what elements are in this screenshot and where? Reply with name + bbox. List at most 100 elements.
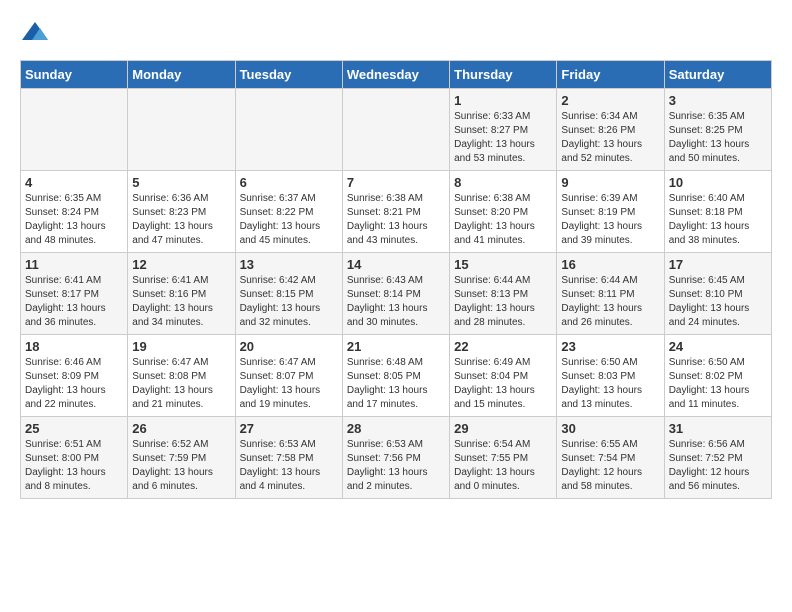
day-number: 18 <box>25 339 123 354</box>
weekday-header-tuesday: Tuesday <box>235 61 342 89</box>
day-info: Sunrise: 6:34 AM Sunset: 8:26 PM Dayligh… <box>561 110 659 166</box>
week-row-5: 25 Sunrise: 6:51 AM Sunset: 8:00 PM Dayli… <box>21 417 772 499</box>
day-cell <box>342 89 449 171</box>
weekday-header-wednesday: Wednesday <box>342 61 449 89</box>
day-info: Sunrise: 6:33 AM Sunset: 8:27 PM Dayligh… <box>454 110 552 166</box>
week-row-1: 1 Sunrise: 6:33 AM Sunset: 8:27 PM Daylig… <box>21 89 772 171</box>
day-number: 22 <box>454 339 552 354</box>
week-row-2: 4 Sunrise: 6:35 AM Sunset: 8:24 PM Daylig… <box>21 171 772 253</box>
day-number: 19 <box>132 339 230 354</box>
day-number: 27 <box>240 421 338 436</box>
day-info: Sunrise: 6:38 AM Sunset: 8:21 PM Dayligh… <box>347 192 445 248</box>
day-cell: 30Sunrise: 6:55 AM Sunset: 7:54 PM Dayli… <box>557 417 664 499</box>
logo <box>20 20 54 50</box>
day-cell <box>21 89 128 171</box>
day-info: Sunrise: 6:56 AM Sunset: 7:52 PM Dayligh… <box>669 438 767 494</box>
day-info: Sunrise: 6:39 AM Sunset: 8:19 PM Dayligh… <box>561 192 659 248</box>
day-number: 2 <box>561 93 659 108</box>
day-cell: 2 Sunrise: 6:34 AM Sunset: 8:26 PM Daylig… <box>557 89 664 171</box>
day-info: Sunrise: 6:37 AM Sunset: 8:22 PM Dayligh… <box>240 192 338 248</box>
day-number: 20 <box>240 339 338 354</box>
day-info: Sunrise: 6:47 AM Sunset: 8:08 PM Dayligh… <box>132 356 230 412</box>
day-info: Sunrise: 6:41 AM Sunset: 8:16 PM Dayligh… <box>132 274 230 330</box>
day-number: 1 <box>454 93 552 108</box>
day-number: 12 <box>132 257 230 272</box>
day-cell: 7 Sunrise: 6:38 AM Sunset: 8:21 PM Daylig… <box>342 171 449 253</box>
day-info: Sunrise: 6:47 AM Sunset: 8:07 PM Dayligh… <box>240 356 338 412</box>
day-info: Sunrise: 6:53 AM Sunset: 7:56 PM Dayligh… <box>347 438 445 494</box>
day-number: 11 <box>25 257 123 272</box>
day-cell: 28 Sunrise: 6:53 AM Sunset: 7:56 PM Dayli… <box>342 417 449 499</box>
day-cell: 21 Sunrise: 6:48 AM Sunset: 8:05 PM Dayli… <box>342 335 449 417</box>
day-cell: 11 Sunrise: 6:41 AM Sunset: 8:17 PM Dayli… <box>21 253 128 335</box>
day-info: Sunrise: 6:40 AM Sunset: 8:18 PM Dayligh… <box>669 192 767 248</box>
weekday-header-monday: Monday <box>128 61 235 89</box>
day-cell: 29 Sunrise: 6:54 AM Sunset: 7:55 PM Dayli… <box>450 417 557 499</box>
day-info: Sunrise: 6:42 AM Sunset: 8:15 PM Dayligh… <box>240 274 338 330</box>
day-info: Sunrise: 6:53 AM Sunset: 7:58 PM Dayligh… <box>240 438 338 494</box>
day-number: 13 <box>240 257 338 272</box>
calendar-body: 1 Sunrise: 6:33 AM Sunset: 8:27 PM Daylig… <box>21 89 772 499</box>
day-cell: 5Sunrise: 6:36 AM Sunset: 8:23 PM Daylig… <box>128 171 235 253</box>
day-number: 23 <box>561 339 659 354</box>
day-number: 17 <box>669 257 767 272</box>
day-cell: 3 Sunrise: 6:35 AM Sunset: 8:25 PM Daylig… <box>664 89 771 171</box>
weekday-header-saturday: Saturday <box>664 61 771 89</box>
day-info: Sunrise: 6:43 AM Sunset: 8:14 PM Dayligh… <box>347 274 445 330</box>
day-info: Sunrise: 6:54 AM Sunset: 7:55 PM Dayligh… <box>454 438 552 494</box>
day-cell: 1 Sunrise: 6:33 AM Sunset: 8:27 PM Daylig… <box>450 89 557 171</box>
day-info: Sunrise: 6:46 AM Sunset: 8:09 PM Dayligh… <box>25 356 123 412</box>
day-number: 26 <box>132 421 230 436</box>
day-info: Sunrise: 6:50 AM Sunset: 8:02 PM Dayligh… <box>669 356 767 412</box>
day-info: Sunrise: 6:48 AM Sunset: 8:05 PM Dayligh… <box>347 356 445 412</box>
day-number: 31 <box>669 421 767 436</box>
calendar-table: SundayMondayTuesdayWednesdayThursdayFrid… <box>20 60 772 499</box>
day-info: Sunrise: 6:36 AM Sunset: 8:23 PM Dayligh… <box>132 192 230 248</box>
day-cell: 6Sunrise: 6:37 AM Sunset: 8:22 PM Daylig… <box>235 171 342 253</box>
day-number: 25 <box>25 421 123 436</box>
day-info: Sunrise: 6:51 AM Sunset: 8:00 PM Dayligh… <box>25 438 123 494</box>
day-number: 14 <box>347 257 445 272</box>
day-cell <box>235 89 342 171</box>
day-number: 4 <box>25 175 123 190</box>
day-info: Sunrise: 6:35 AM Sunset: 8:24 PM Dayligh… <box>25 192 123 248</box>
week-row-3: 11 Sunrise: 6:41 AM Sunset: 8:17 PM Dayli… <box>21 253 772 335</box>
day-number: 9 <box>561 175 659 190</box>
day-number: 10 <box>669 175 767 190</box>
day-info: Sunrise: 6:44 AM Sunset: 8:13 PM Dayligh… <box>454 274 552 330</box>
day-cell: 23 Sunrise: 6:50 AM Sunset: 8:03 PM Dayli… <box>557 335 664 417</box>
day-number: 3 <box>669 93 767 108</box>
day-number: 8 <box>454 175 552 190</box>
day-info: Sunrise: 6:38 AM Sunset: 8:20 PM Dayligh… <box>454 192 552 248</box>
page-header <box>20 20 772 50</box>
weekday-header-row: SundayMondayTuesdayWednesdayThursdayFrid… <box>21 61 772 89</box>
day-cell: 12 Sunrise: 6:41 AM Sunset: 8:16 PM Dayli… <box>128 253 235 335</box>
day-number: 29 <box>454 421 552 436</box>
day-cell: 9 Sunrise: 6:39 AM Sunset: 8:19 PM Daylig… <box>557 171 664 253</box>
day-cell: 14 Sunrise: 6:43 AM Sunset: 8:14 PM Dayli… <box>342 253 449 335</box>
day-info: Sunrise: 6:35 AM Sunset: 8:25 PM Dayligh… <box>669 110 767 166</box>
logo-icon <box>20 20 50 50</box>
day-cell: 18 Sunrise: 6:46 AM Sunset: 8:09 PM Dayli… <box>21 335 128 417</box>
day-info: Sunrise: 6:50 AM Sunset: 8:03 PM Dayligh… <box>561 356 659 412</box>
day-number: 28 <box>347 421 445 436</box>
day-cell: 13 Sunrise: 6:42 AM Sunset: 8:15 PM Dayli… <box>235 253 342 335</box>
day-cell: 10 Sunrise: 6:40 AM Sunset: 8:18 PM Dayli… <box>664 171 771 253</box>
day-number: 7 <box>347 175 445 190</box>
day-cell: 15 Sunrise: 6:44 AM Sunset: 8:13 PM Dayli… <box>450 253 557 335</box>
week-row-4: 18 Sunrise: 6:46 AM Sunset: 8:09 PM Dayli… <box>21 335 772 417</box>
day-info: Sunrise: 6:41 AM Sunset: 8:17 PM Dayligh… <box>25 274 123 330</box>
day-cell: 4 Sunrise: 6:35 AM Sunset: 8:24 PM Daylig… <box>21 171 128 253</box>
day-cell: 24Sunrise: 6:50 AM Sunset: 8:02 PM Dayli… <box>664 335 771 417</box>
day-cell <box>128 89 235 171</box>
day-cell: 8 Sunrise: 6:38 AM Sunset: 8:20 PM Daylig… <box>450 171 557 253</box>
weekday-header-sunday: Sunday <box>21 61 128 89</box>
day-cell: 19 Sunrise: 6:47 AM Sunset: 8:08 PM Dayli… <box>128 335 235 417</box>
day-cell: 22Sunrise: 6:49 AM Sunset: 8:04 PM Dayli… <box>450 335 557 417</box>
day-info: Sunrise: 6:45 AM Sunset: 8:10 PM Dayligh… <box>669 274 767 330</box>
day-number: 15 <box>454 257 552 272</box>
weekday-header-thursday: Thursday <box>450 61 557 89</box>
day-cell: 16Sunrise: 6:44 AM Sunset: 8:11 PM Dayli… <box>557 253 664 335</box>
day-cell: 31 Sunrise: 6:56 AM Sunset: 7:52 PM Dayli… <box>664 417 771 499</box>
day-number: 21 <box>347 339 445 354</box>
